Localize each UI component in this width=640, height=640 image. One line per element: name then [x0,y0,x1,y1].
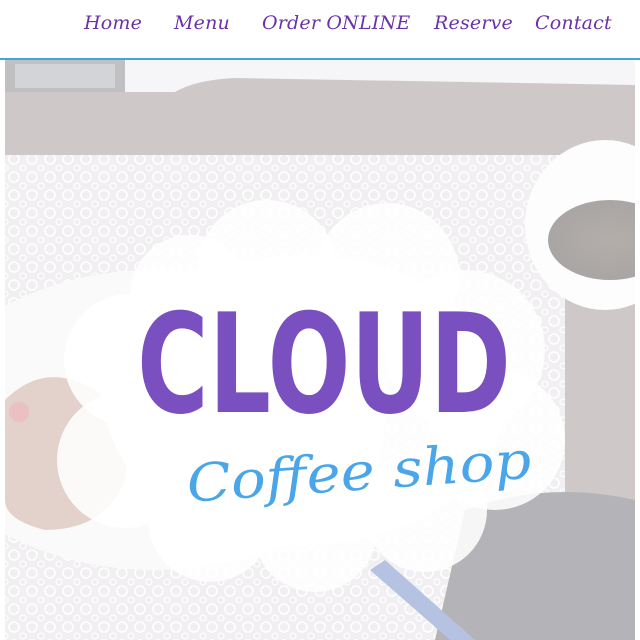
nav-home-link[interactable]: Home [84,12,142,34]
page: Home Menu Order ONLINE Reserve Contact C… [0,0,640,640]
logo-main-text: CLOUD [137,284,511,445]
cloud-logo: CLOUD Coffee shop [57,200,565,592]
hero-banner: CLOUD Coffee shop [5,60,635,640]
nav-contact-link[interactable]: Contact [535,12,612,34]
nav-order-online-link[interactable]: Order ONLINE [262,12,410,34]
nav-menu-link[interactable]: Menu [174,12,230,34]
nav-reserve-link[interactable]: Reserve [434,12,513,34]
top-navigation: Home Menu Order ONLINE Reserve Contact [0,0,640,60]
